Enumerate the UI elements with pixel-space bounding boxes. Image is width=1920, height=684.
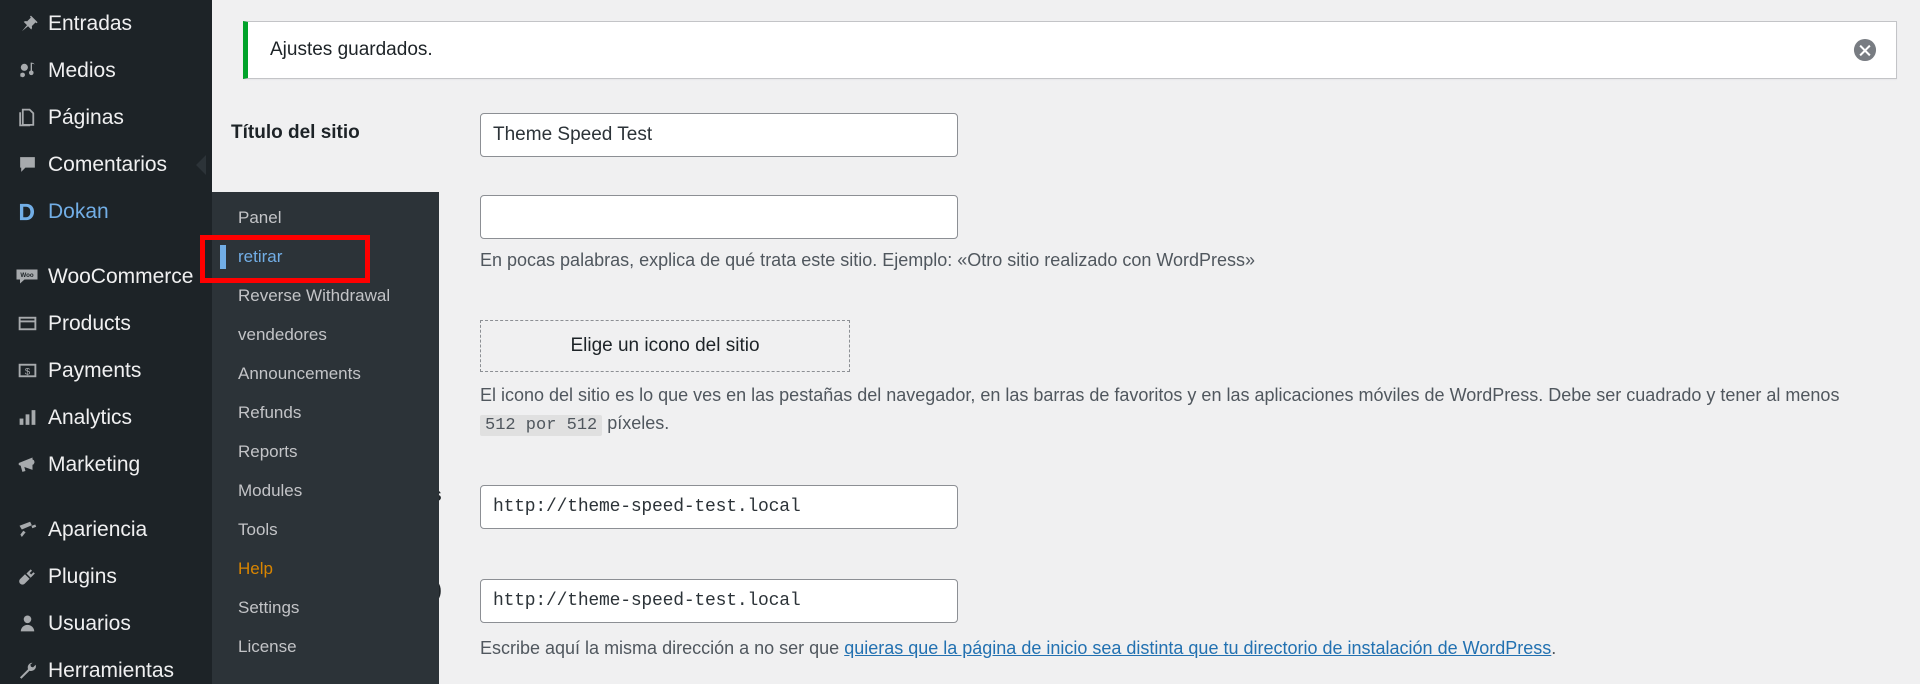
sidebar-item-label: Apariencia: [48, 518, 148, 541]
submenu-item-vendedores[interactable]: vendedores: [212, 315, 439, 354]
sidebar-item-plugins[interactable]: Plugins: [0, 553, 212, 600]
submenu-item-label: vendedores: [238, 324, 327, 344]
submenu-item-retirar[interactable]: retirar: [212, 237, 439, 276]
sidebar-item-label: Payments: [48, 359, 142, 382]
sidebar-item-payments[interactable]: $ Payments: [0, 347, 212, 394]
svg-text:$: $: [24, 367, 30, 378]
submenu-item-reports[interactable]: Reports: [212, 432, 439, 471]
submenu-pointer-arrow: [196, 155, 206, 175]
sidebar-item-label: Products: [48, 312, 131, 335]
sidebar-item-label: Plugins: [48, 565, 117, 588]
site-address-description: Escribe aquí la misma dirección a no ser…: [480, 635, 1556, 663]
site-address-description-prefix: Escribe aquí la misma dirección a no ser…: [480, 638, 845, 658]
submenu-item-license[interactable]: License: [212, 627, 439, 666]
pin-icon: [6, 13, 48, 34]
sidebar-item-label: Comentarios: [48, 153, 168, 176]
wordpress-address-input[interactable]: http://theme-speed-test.local: [480, 485, 958, 529]
products-icon: [6, 313, 48, 334]
site-icon-description-part1: El icono del sitio es lo que ves en las …: [480, 385, 1716, 405]
svg-text:Woo: Woo: [20, 272, 34, 279]
submenu-item-label: retirar: [238, 246, 283, 266]
sidebar-item-apariencia[interactable]: Apariencia: [0, 506, 212, 553]
dokan-submenu: Panel retirar Reverse Withdrawal vendedo…: [212, 192, 439, 684]
site-icon-description-part2: tener al menos: [1720, 385, 1840, 405]
sidebar-item-medios[interactable]: Medios: [0, 47, 212, 94]
sidebar-item-herramientas[interactable]: Herramientas: [0, 647, 212, 684]
sidebar-item-products[interactable]: Products: [0, 300, 212, 347]
tagline-input[interactable]: [480, 195, 958, 239]
submenu-item-reverse-withdrawal[interactable]: Reverse Withdrawal: [212, 276, 439, 315]
sidebar-item-label: Medios: [48, 59, 116, 82]
submenu-item-refunds[interactable]: Refunds: [212, 393, 439, 432]
site-icon-description: El icono del sitio es lo que ves en las …: [480, 382, 1875, 439]
appearance-icon: [6, 519, 48, 540]
submenu-item-label: Announcements: [238, 363, 361, 383]
plugins-icon: [6, 566, 48, 587]
site-address-description-suffix: .: [1551, 638, 1557, 658]
admin-screen: Entradas Medios Páginas Comentarios Doka: [0, 0, 1920, 684]
submenu-item-announcements[interactable]: Announcements: [212, 354, 439, 393]
submenu-item-label: Reverse Withdrawal: [238, 285, 391, 305]
submenu-item-label: Panel: [238, 207, 282, 227]
submenu-item-label: Reports: [238, 441, 298, 461]
notice-message: Ajustes guardados.: [270, 39, 433, 60]
sidebar-item-usuarios[interactable]: Usuarios: [0, 600, 212, 647]
submenu-item-label: License: [238, 636, 297, 656]
sidebar-item-label: Usuarios: [48, 612, 131, 635]
settings-content: Ajustes guardados. Título del sitio Them…: [212, 0, 1920, 684]
site-icon-size: 512 por 512: [480, 414, 603, 436]
submenu-item-help[interactable]: Help: [212, 549, 439, 588]
current-item-marker: [220, 244, 226, 269]
woocommerce-icon: Woo: [6, 266, 48, 288]
site-icon-description-part3: píxeles.: [607, 412, 670, 433]
tagline-description: En pocas palabras, explica de qué trata …: [480, 250, 1256, 270]
submenu-item-modules[interactable]: Modules: [212, 471, 439, 510]
sidebar-item-label: Herramientas: [48, 659, 175, 682]
sidebar-item-label: WooCommerce: [48, 265, 194, 288]
media-icon: [6, 60, 48, 81]
marketing-icon: [6, 454, 48, 476]
admin-sidebar: Entradas Medios Páginas Comentarios Doka: [0, 0, 212, 684]
sidebar-item-label: Páginas: [48, 106, 124, 129]
sidebar-item-entradas[interactable]: Entradas: [0, 0, 212, 47]
submenu-item-label: Tools: [238, 519, 278, 539]
sidebar-item-label: Dokan: [48, 200, 109, 223]
sidebar-item-label: Entradas: [48, 12, 133, 35]
homepage-directory-link[interactable]: quieras que la página de inicio sea dist…: [844, 638, 1551, 658]
tools-icon: [6, 660, 48, 681]
dokan-icon: [6, 201, 48, 223]
sidebar-item-paginas[interactable]: Páginas: [0, 94, 212, 141]
sidebar-item-marketing[interactable]: Marketing: [0, 441, 212, 488]
settings-saved-notice: Ajustes guardados.: [243, 21, 1897, 79]
site-title-input[interactable]: Theme Speed Test: [480, 113, 958, 157]
submenu-item-label: Help: [238, 558, 273, 578]
comments-icon: [6, 154, 48, 175]
sidebar-item-label: Marketing: [48, 453, 141, 476]
submenu-item-tools[interactable]: Tools: [212, 510, 439, 549]
payments-icon: $: [6, 360, 48, 381]
sidebar-item-analytics[interactable]: Analytics: [0, 394, 212, 441]
sidebar-item-dokan[interactable]: Dokan: [0, 188, 212, 235]
site-address-input[interactable]: http://theme-speed-test.local: [480, 579, 958, 623]
close-circle-icon[interactable]: [1852, 37, 1878, 63]
site-title-label: Título del sitio: [231, 122, 360, 143]
analytics-icon: [6, 407, 48, 428]
submenu-item-settings[interactable]: Settings: [212, 588, 439, 627]
sidebar-item-woocommerce[interactable]: Woo WooCommerce: [0, 253, 212, 300]
submenu-item-panel[interactable]: Panel: [212, 198, 439, 237]
submenu-item-label: Modules: [238, 480, 303, 500]
users-icon: [6, 613, 48, 634]
sidebar-item-comentarios[interactable]: Comentarios: [0, 141, 212, 188]
pages-icon: [6, 107, 48, 128]
submenu-item-label: Refunds: [238, 402, 302, 422]
sidebar-item-label: Analytics: [48, 406, 133, 429]
choose-site-icon-button[interactable]: Elige un icono del sitio: [480, 320, 850, 372]
submenu-item-label: Settings: [238, 597, 300, 617]
